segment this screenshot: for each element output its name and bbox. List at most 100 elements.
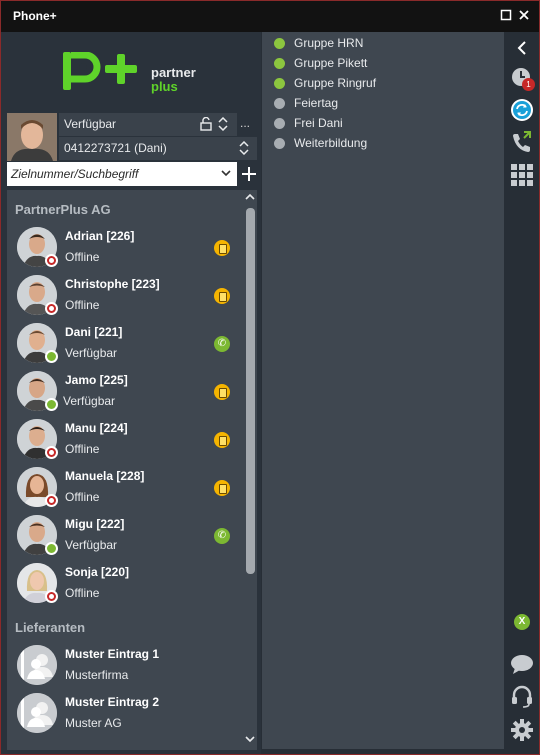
own-status-label: Verfügbar — [64, 117, 117, 131]
phone-icon[interactable]: ✆ — [214, 528, 230, 544]
offline-status-icon — [45, 302, 58, 315]
contact-name: Christophe [223] — [65, 277, 160, 291]
more-options-button[interactable]: ... — [240, 116, 250, 130]
own-number-label: 0412273721 (Dani) — [64, 141, 167, 155]
contact-row[interactable]: Dani [221] Verfügbar ✆ — [7, 320, 243, 368]
active-dot-icon — [274, 58, 285, 69]
available-status-icon — [45, 542, 58, 555]
contact-row[interactable]: Muster Eintrag 2 Muster AG — [7, 690, 243, 738]
call-forward-button[interactable] — [510, 130, 534, 154]
headset-button[interactable] — [510, 684, 534, 708]
app-window: Phone+ partner plus Verfügbar ... 041227… — [0, 0, 540, 755]
contact-name: Jamo [225] — [65, 373, 128, 387]
desk-phone-icon[interactable] — [214, 384, 230, 400]
close-button[interactable] — [516, 8, 532, 24]
contact-status: Offline — [65, 442, 100, 456]
chevron-left-icon — [517, 41, 526, 55]
own-number-select[interactable]: 0412273721 (Dani) — [59, 137, 257, 160]
history-button[interactable]: 1 — [510, 66, 535, 91]
offline-status-icon — [45, 590, 58, 603]
contact-name: Dani [221] — [65, 325, 123, 339]
active-dot-icon — [274, 78, 285, 89]
maximize-button[interactable] — [498, 8, 514, 24]
logo-line2: plus — [151, 79, 178, 94]
contact-status: Musterfirma — [65, 668, 129, 682]
scroll-thumb[interactable] — [246, 208, 255, 574]
contact-status: Verfügbar — [65, 538, 118, 552]
group-header: PartnerPlus AG — [15, 202, 111, 217]
excel-button[interactable]: X — [510, 610, 534, 634]
contact-row[interactable]: Sonja [220] Offline — [7, 560, 243, 608]
call-group-label: Frei Dani — [294, 116, 343, 130]
contact-name: Muster Eintrag 2 — [65, 695, 160, 709]
desk-phone-icon[interactable] — [214, 480, 230, 496]
desk-phone-icon[interactable] — [214, 240, 230, 256]
contact-name: Migu [222] — [65, 517, 125, 531]
scroll-up-icon[interactable] — [243, 192, 257, 206]
contact-status: Muster AG — [65, 716, 122, 730]
dialpad-button[interactable] — [510, 163, 534, 187]
desk-phone-icon[interactable] — [214, 288, 230, 304]
own-avatar-image — [7, 113, 57, 161]
desk-phone-icon[interactable] — [214, 432, 230, 448]
contact-status: Offline — [65, 586, 100, 600]
contact-row[interactable]: Manuela [228] Offline — [7, 464, 243, 512]
history-badge: 1 — [522, 78, 535, 91]
right-toolbar: 1 X — [504, 32, 539, 754]
inactive-dot-icon — [274, 138, 285, 149]
close-icon — [519, 10, 529, 20]
call-forward-icon — [513, 131, 531, 152]
call-group-label: Feiertag — [294, 96, 339, 110]
scrollbar[interactable] — [243, 190, 257, 750]
logo-text: partner plus — [151, 66, 196, 94]
contact-name: Sonja [220] — [65, 565, 130, 579]
collapse-button[interactable] — [510, 36, 534, 60]
call-group-label: Weiterbildung — [294, 136, 368, 150]
contact-row[interactable]: Adrian [226] Offline — [7, 224, 243, 272]
contact-row[interactable]: Manu [224] Offline — [7, 416, 243, 464]
offline-status-icon — [45, 446, 58, 459]
offline-status-icon — [45, 494, 58, 507]
contact-placeholder-icon — [17, 693, 57, 733]
add-button[interactable] — [239, 162, 259, 186]
contact-list[interactable]: PartnerPlus AG Adrian [226] Offline Chri… — [7, 190, 257, 750]
contact-placeholder-icon — [17, 645, 57, 685]
sync-button[interactable] — [510, 98, 534, 122]
headset-icon — [512, 685, 532, 708]
own-status-select[interactable]: Verfügbar — [59, 113, 237, 136]
excel-label: X — [518, 616, 526, 627]
contact-name: Manuela [228] — [65, 469, 145, 483]
logo-mark — [63, 52, 137, 90]
contact-name: Muster Eintrag 1 — [65, 647, 160, 661]
chevron-down-icon[interactable] — [217, 162, 235, 186]
offline-status-icon — [45, 254, 58, 267]
contact-status: Verfügbar — [65, 346, 118, 360]
contact-row[interactable]: Muster Eintrag 1 Musterfirma — [7, 642, 243, 690]
logo-line1: partner — [151, 65, 196, 80]
contact-row[interactable]: Migu [222] Verfügbar ✆ — [7, 512, 243, 560]
unlock-icon[interactable] — [200, 113, 212, 139]
available-status-icon — [45, 398, 58, 411]
chat-icon — [511, 655, 533, 674]
left-panel: partner plus Verfügbar ... 0412273721 (D… — [1, 32, 261, 754]
call-groups-panel: Gruppe HRN Gruppe Pikett Gruppe Ringruf … — [262, 32, 504, 749]
own-avatar[interactable] — [7, 113, 57, 161]
contact-name: Adrian [226] — [65, 229, 135, 243]
contact-name: Manu [224] — [65, 421, 128, 435]
contact-row[interactable]: Jamo [225] Verfügbar — [7, 368, 243, 416]
search-input[interactable]: Zielnummer/Suchbegriff — [7, 162, 237, 186]
search-placeholder: Zielnummer/Suchbegriff — [11, 167, 139, 181]
settings-button[interactable] — [510, 718, 534, 742]
scroll-down-icon[interactable] — [243, 734, 257, 748]
contact-status: Offline — [65, 490, 100, 504]
call-group-label: Gruppe HRN — [294, 36, 364, 50]
phone-icon[interactable]: ✆ — [214, 336, 230, 352]
title-bar: Phone+ — [1, 1, 539, 32]
maximize-icon — [500, 9, 512, 21]
updown-chevron-icon[interactable] — [239, 137, 249, 163]
active-dot-icon — [274, 38, 285, 49]
contact-status: Offline — [65, 250, 100, 264]
contact-row[interactable]: Christophe [223] Offline — [7, 272, 243, 320]
updown-chevron-icon[interactable] — [218, 113, 228, 139]
chat-button[interactable] — [510, 652, 534, 676]
